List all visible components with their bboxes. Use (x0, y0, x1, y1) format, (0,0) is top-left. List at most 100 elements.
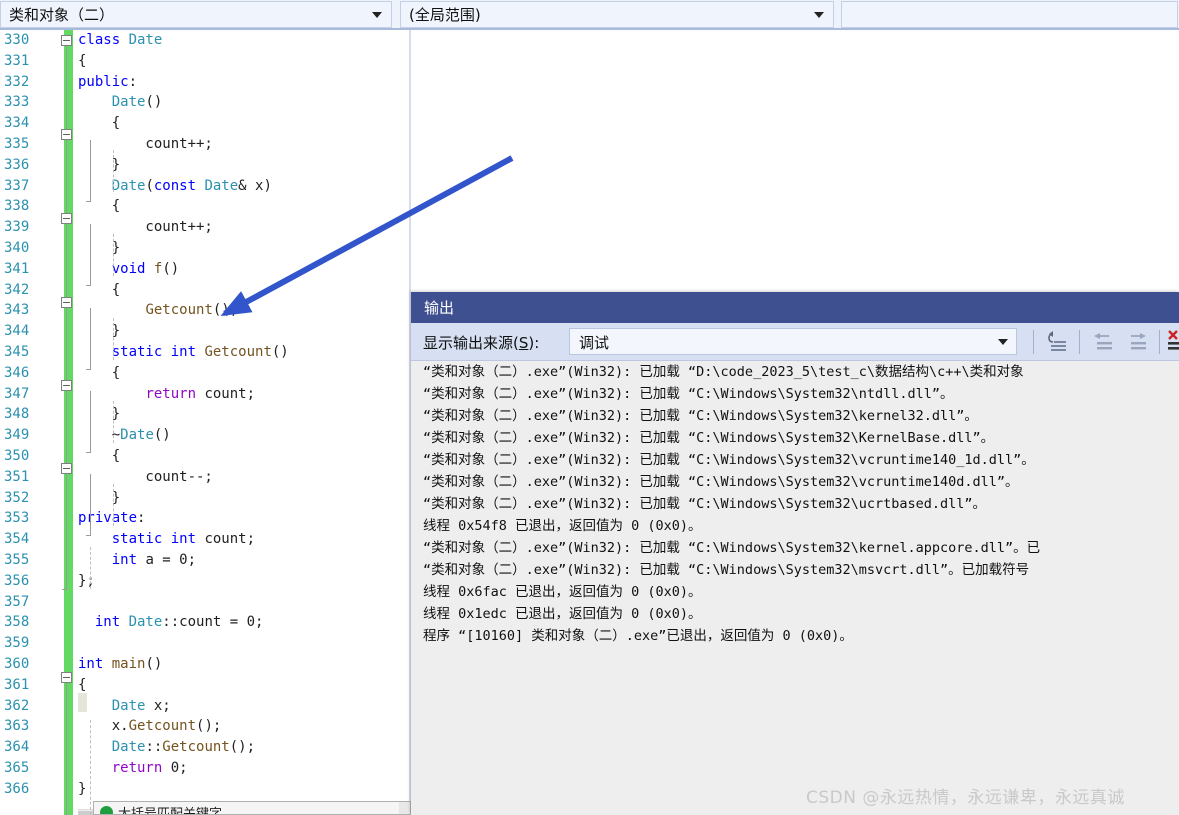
toolbar-separator (1033, 330, 1034, 354)
code-line[interactable]: 345 static int Getcount() (0, 342, 411, 363)
output-text-area[interactable]: “类和对象（二）.exe”(Win32): 已加载 “D:\code_2023_… (411, 361, 1179, 815)
code-line[interactable]: 344 } (0, 321, 411, 342)
code-text: int Date::count = 0; (94, 614, 264, 631)
chevron-down-icon (814, 11, 824, 18)
code-line[interactable]: 352 } (0, 488, 411, 509)
code-line[interactable]: 340 } (0, 238, 411, 259)
fold-guide-end (86, 452, 91, 453)
line-number: 343 (4, 302, 30, 319)
code-line[interactable]: 365 return 0; (0, 758, 411, 779)
class-scope-dropdown[interactable]: 类和对象（二） (0, 1, 392, 28)
line-number: 335 (4, 135, 30, 152)
code-text: { (78, 198, 121, 215)
line-number: 365 (4, 759, 30, 776)
output-line: 线程 0x6fac 已退出，返回值为 0 (0x0)。 (423, 584, 702, 600)
code-text: { (78, 281, 121, 298)
code-line[interactable]: 349 ~Date() (0, 425, 411, 446)
code-text: }; (78, 572, 95, 589)
line-number: 352 (4, 489, 30, 506)
code-line[interactable]: 357 (0, 592, 411, 613)
code-line[interactable]: 358 int Date::count = 0; (0, 612, 411, 633)
code-line[interactable]: 331 { (0, 51, 411, 72)
code-line[interactable]: 359 (0, 633, 411, 654)
output-line: “类和对象（二）.exe”(Win32): 已加载 “C:\Windows\Sy… (423, 496, 987, 512)
fold-toggle-dtor[interactable] (61, 463, 72, 474)
code-line[interactable]: 355 int a = 0; (0, 550, 411, 571)
code-text: int a = 0; (111, 551, 197, 568)
code-line[interactable]: 364 Date::Getcount(); (0, 737, 411, 758)
code-text: count--; (78, 468, 213, 485)
intellisense-popup[interactable]: 大括号匹配关键字 (93, 801, 411, 815)
line-number: 340 (4, 239, 30, 256)
fold-toggle-class[interactable] (61, 35, 72, 46)
output-source-dropdown-value: 调试 (579, 334, 610, 352)
output-panel: 输出 显示输出来源(S): 调试 “类和对象（二）.exe”(Win32): 已… (411, 292, 1179, 815)
code-text: Getcount(); (145, 302, 239, 319)
code-line[interactable]: 341 void f() (0, 259, 411, 280)
code-line[interactable]: 366} (0, 779, 411, 800)
code-line[interactable]: 332 public: (0, 72, 411, 93)
line-number: 331 (4, 52, 30, 69)
code-text: { (78, 115, 121, 132)
line-number: 366 (4, 780, 30, 797)
code-line[interactable]: 363 x.Getcount(); (0, 716, 411, 737)
output-line: “类和对象（二）.exe”(Win32): 已加载 “C:\Windows\Sy… (423, 562, 1030, 578)
code-lines-container: 330 class Date 331 {332 public: 333 Date() 334… (0, 30, 411, 815)
indent-guide (90, 547, 91, 589)
output-panel-title: 输出 (411, 292, 1179, 323)
indent-guide (90, 720, 91, 815)
output-line: “类和对象（二）.exe”(Win32): 已加载 “C:\Windows\Sy… (423, 540, 1041, 556)
code-text: { (78, 364, 121, 381)
code-line[interactable]: 353 private: (0, 508, 411, 529)
code-line[interactable]: 348 } (0, 404, 411, 425)
indent-guide (113, 401, 114, 443)
line-number: 356 (4, 572, 30, 589)
keyword-icon (100, 806, 113, 814)
extra-dropdown[interactable] (841, 1, 1178, 28)
line-number: 351 (4, 468, 30, 485)
fold-guide-line (66, 683, 67, 815)
line-number: 364 (4, 739, 30, 756)
output-line: 线程 0x1edc 已退出，返回值为 0 (0x0)。 (423, 606, 702, 622)
output-source-label: 显示输出来源(S): (423, 332, 539, 353)
code-text: Date(const Date& x) (111, 177, 272, 194)
goto-source-icon[interactable] (1043, 329, 1071, 355)
member-scope-dropdown[interactable]: (全局范围) (400, 1, 834, 28)
member-scope-dropdown-value: (全局范围) (409, 6, 481, 24)
intellisense-scrollbar[interactable] (399, 802, 410, 814)
fold-toggle-main[interactable] (61, 672, 72, 683)
code-line[interactable]: 336 } (0, 155, 411, 176)
chevron-down-icon (998, 338, 1008, 345)
code-line[interactable]: 333 Date() (0, 92, 411, 113)
output-source-dropdown[interactable]: 调试 (569, 328, 1017, 355)
fold-toggle-f[interactable] (61, 297, 72, 308)
code-line[interactable]: 362 Date x; (0, 696, 411, 717)
clear-all-icon[interactable] (1167, 329, 1179, 355)
find-next-icon[interactable] (1123, 329, 1151, 355)
line-number: 347 (4, 385, 30, 402)
fold-guide-line (90, 140, 91, 201)
fold-guide-end (86, 201, 91, 202)
fold-toggle-copy-ctor[interactable] (61, 213, 72, 224)
line-number: 338 (4, 198, 30, 215)
output-line: “类和对象（二）.exe”(Win32): 已加载 “C:\Windows\Sy… (423, 474, 1019, 490)
code-line[interactable]: 354 static int count; (0, 529, 411, 550)
indent-guide (113, 150, 114, 192)
line-number: 344 (4, 323, 30, 340)
line-number: 342 (4, 281, 30, 298)
code-line[interactable]: 337 Date(const Date& x) (0, 176, 411, 197)
fold-toggle-ctor[interactable] (61, 129, 72, 140)
line-number: 355 (4, 551, 30, 568)
find-previous-icon[interactable] (1089, 329, 1117, 355)
output-source-label-prefix: 显示输出来源( (423, 334, 519, 352)
code-editor[interactable]: 330 class Date 331 {332 public: 333 Date() 334… (0, 30, 411, 815)
code-text: Date x; (111, 697, 171, 714)
line-number: 362 (4, 697, 30, 714)
line-number: 336 (4, 156, 30, 173)
code-text: x.Getcount(); (78, 718, 222, 735)
fold-toggle-getcount[interactable] (61, 380, 72, 391)
fold-guide-line (90, 308, 91, 369)
code-text: { (78, 447, 121, 464)
fold-guide-end (86, 535, 91, 536)
line-number: 349 (4, 427, 30, 444)
